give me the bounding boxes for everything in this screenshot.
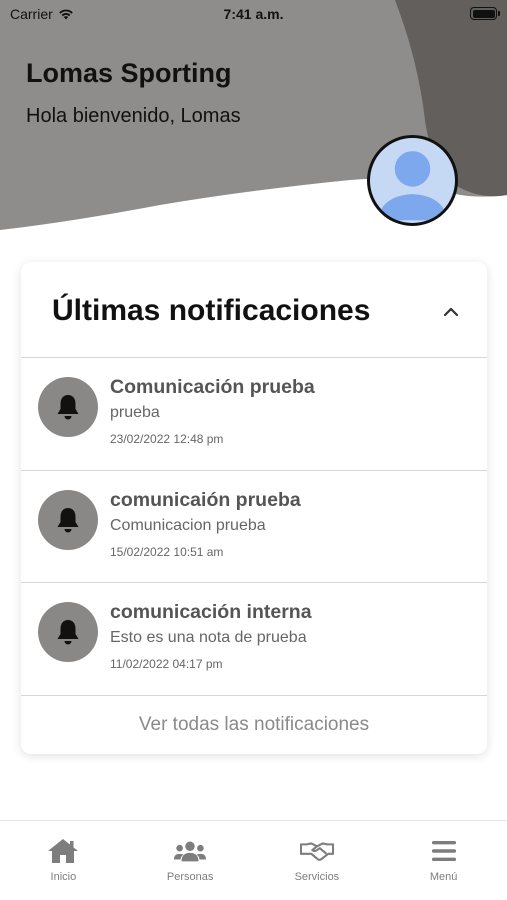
tab-label: Servicios bbox=[294, 871, 340, 883]
tab-personas[interactable]: Personas bbox=[127, 821, 254, 900]
notification-body: Esto es una nota de prueba bbox=[110, 629, 307, 646]
notification-body: prueba bbox=[110, 404, 160, 421]
notification-title: Comunicación prueba bbox=[110, 376, 315, 398]
notification-date: 15/02/2022 10:51 am bbox=[110, 544, 224, 559]
notification-item[interactable]: comunicación interna Esto es una nota de… bbox=[21, 583, 487, 696]
notification-item[interactable]: Comunicación prueba prueba 23/02/2022 12… bbox=[21, 358, 487, 471]
user-avatar[interactable] bbox=[367, 135, 458, 226]
tab-inicio[interactable]: Inicio bbox=[0, 821, 127, 900]
tab-menu[interactable]: Menú bbox=[380, 821, 507, 900]
notification-title: comunicación interna bbox=[110, 601, 312, 623]
welcome-message: Hola bienvenido, Lomas bbox=[26, 105, 241, 127]
notification-title: comunicaión prueba bbox=[110, 488, 301, 511]
tab-label: Menú bbox=[429, 871, 458, 883]
menu-icon bbox=[431, 841, 456, 861]
clock: 7:41 a.m. bbox=[223, 6, 284, 22]
chevron-up-icon bbox=[443, 307, 459, 317]
bell-icon bbox=[57, 395, 79, 420]
collapse-button[interactable] bbox=[437, 298, 465, 326]
notification-icon bbox=[38, 602, 98, 662]
notification-date: 11/02/2022 04:17 pm bbox=[110, 657, 223, 671]
notification-icon bbox=[38, 489, 98, 550]
notification-item[interactable]: comunicaión prueba Comunicacion prueba 1… bbox=[21, 471, 487, 583]
notification-body: Comunicacion prueba bbox=[110, 516, 266, 534]
notifications-card: Últimas notificaciones Comunicación prue… bbox=[21, 262, 487, 754]
bell-icon bbox=[57, 620, 79, 645]
tab-servicios[interactable]: Servicios bbox=[254, 821, 381, 900]
notification-date: 23/02/2022 12:48 pm bbox=[110, 432, 224, 446]
bell-icon bbox=[57, 507, 79, 532]
home-icon bbox=[48, 839, 79, 863]
notification-icon bbox=[38, 377, 98, 437]
avatar-person-icon bbox=[377, 151, 448, 221]
battery-icon bbox=[470, 7, 500, 20]
people-icon bbox=[174, 841, 207, 862]
view-all-notifications-link[interactable]: Ver todas las notificaciones bbox=[21, 696, 487, 754]
handshake-icon bbox=[299, 842, 334, 861]
notifications-card-header: Últimas notificaciones bbox=[21, 262, 487, 358]
tab-label: Personas bbox=[166, 871, 214, 883]
tab-label: Inicio bbox=[50, 871, 77, 883]
status-bar: Carrier 7:41 a.m. bbox=[0, 0, 507, 28]
app-title: Lomas Sporting bbox=[26, 58, 232, 88]
bottom-tab-bar: Inicio Personas Servicios Menú bbox=[0, 820, 507, 900]
notifications-title: Últimas notificaciones bbox=[52, 294, 371, 327]
